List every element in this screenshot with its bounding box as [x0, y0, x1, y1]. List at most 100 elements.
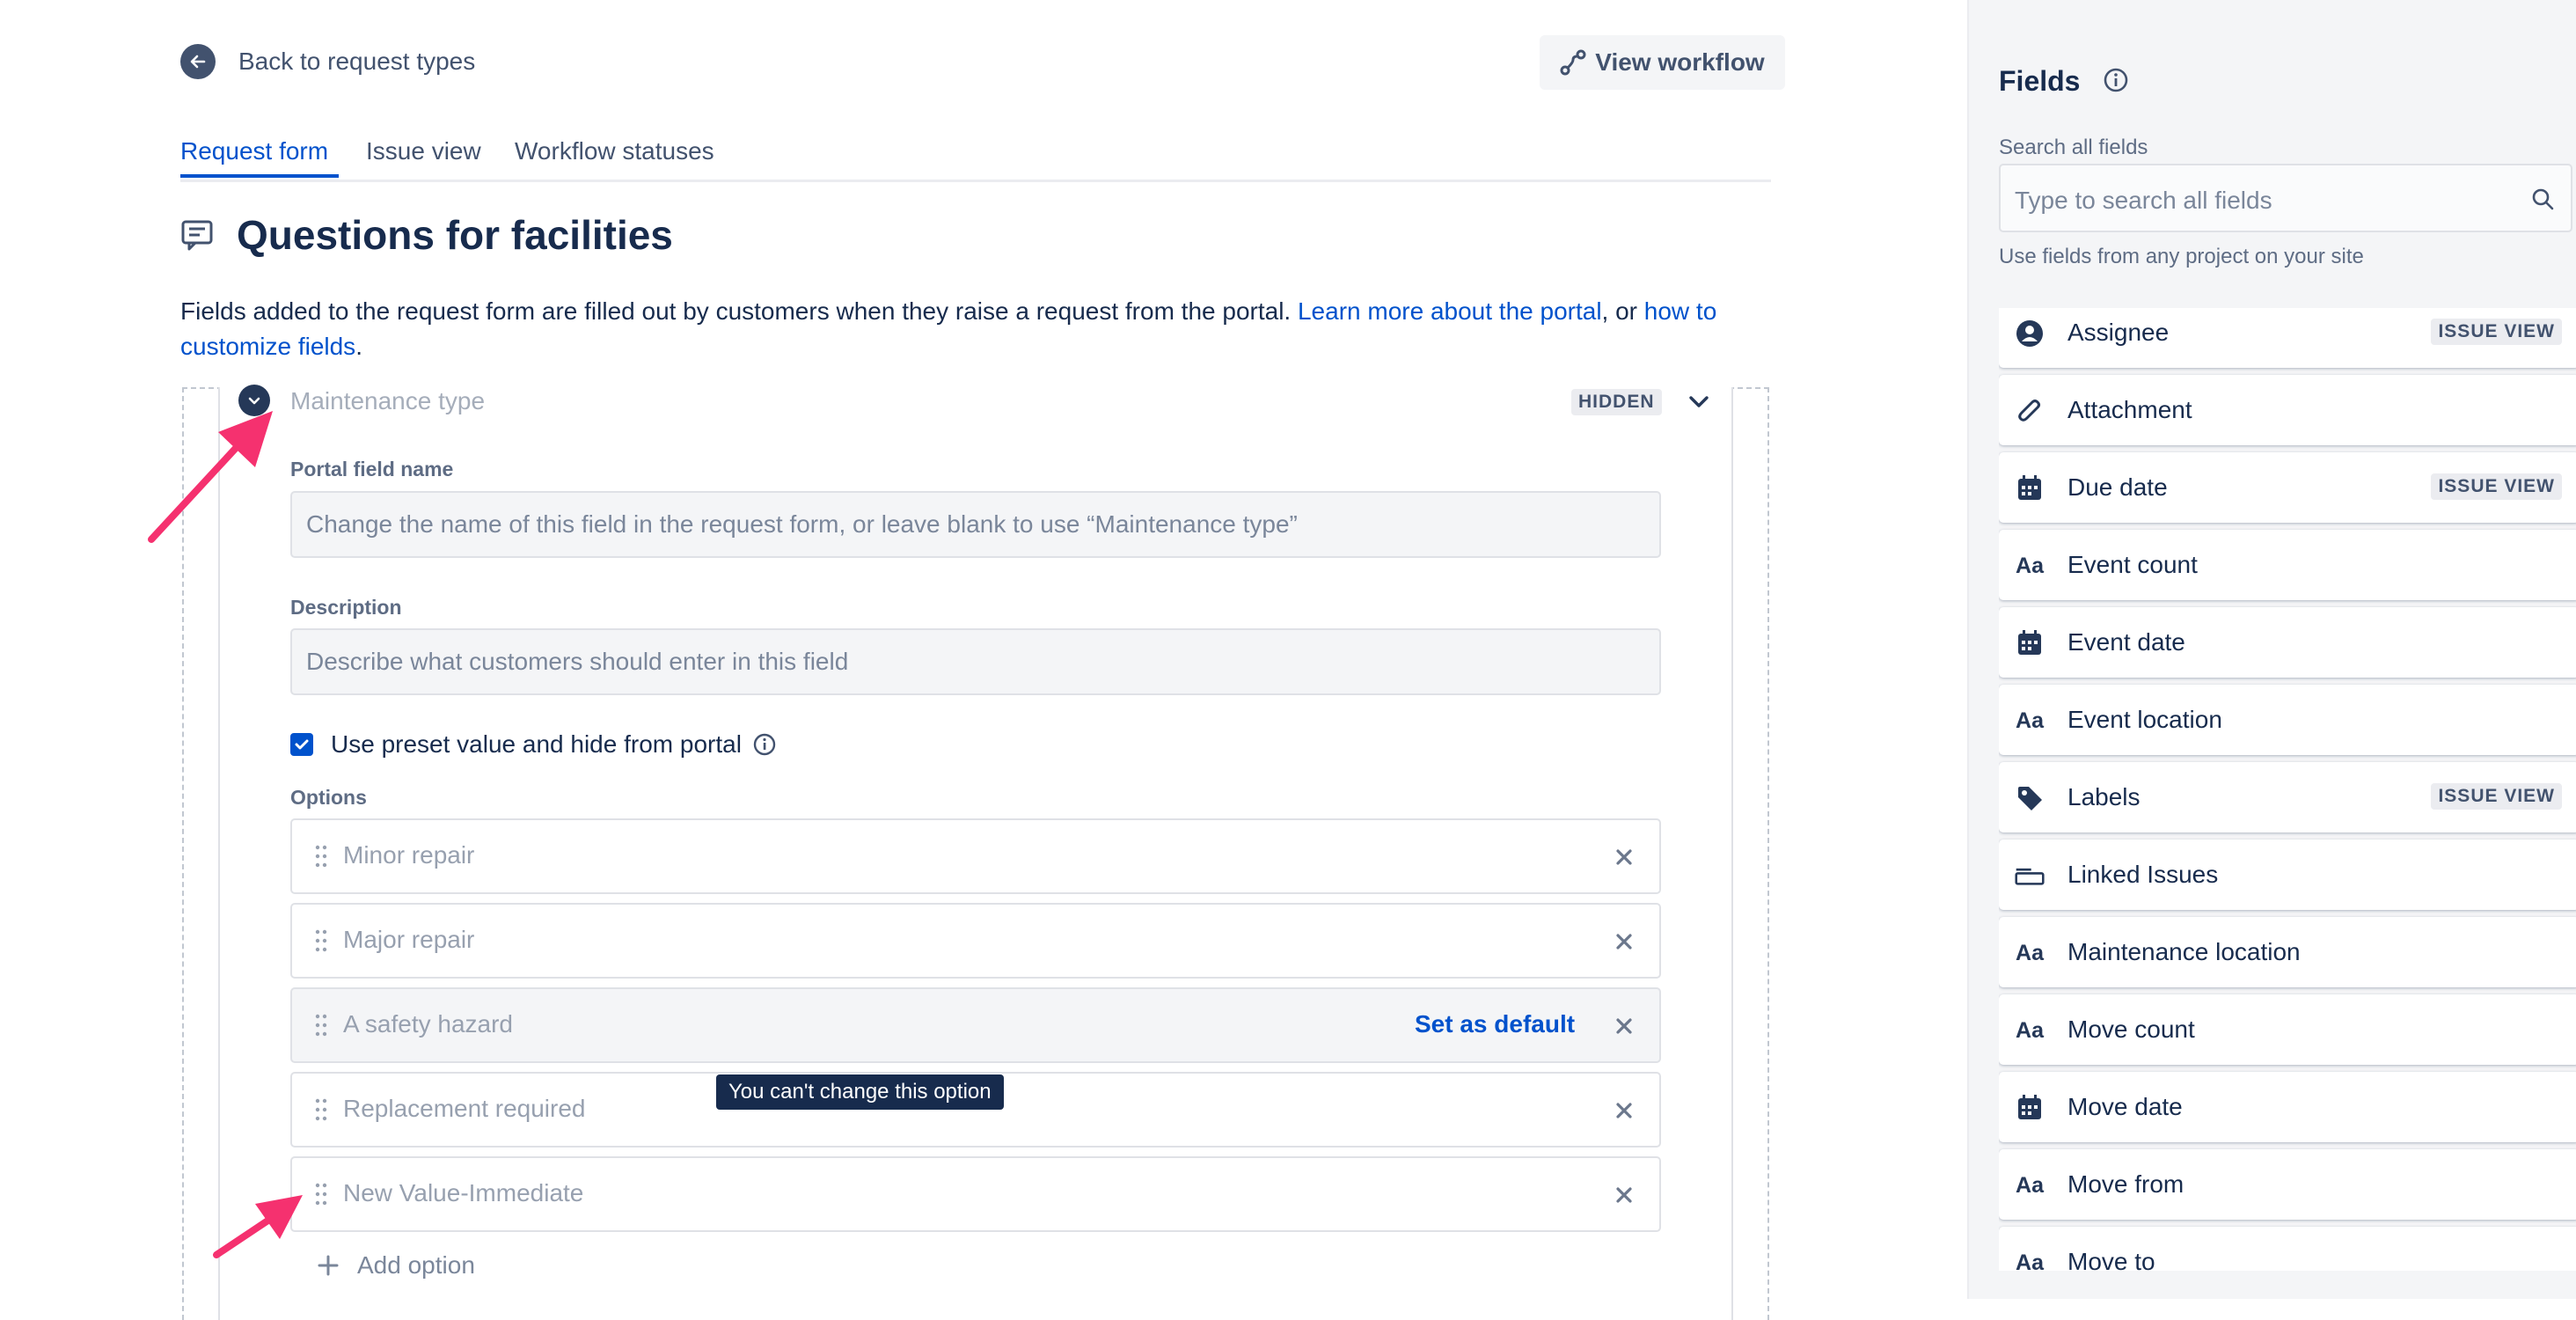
field-item-label: Labels — [2067, 783, 2141, 810]
info-icon[interactable] — [752, 732, 777, 757]
field-expand-toggle[interactable] — [238, 385, 270, 416]
search-icon — [2532, 188, 2554, 210]
field-item-move-to[interactable]: Aa Move to — [1999, 1227, 2576, 1271]
portal-field-name-input[interactable]: Change the name of this field in the req… — [290, 491, 1661, 558]
add-option-button[interactable]: Add option — [317, 1251, 475, 1280]
field-item-move-date[interactable]: Move date — [1999, 1072, 2576, 1142]
tab-issue-view[interactable]: Issue view — [366, 137, 481, 165]
intro-body: Fields added to the request form are fil… — [180, 297, 1298, 325]
field-item-label: Attachment — [2067, 396, 2192, 423]
text-icon: Aa — [2016, 1172, 2044, 1198]
intro-text: Fields added to the request form are fil… — [180, 294, 1773, 364]
field-item-label: Maintenance location — [2067, 938, 2301, 965]
chevron-down-icon — [248, 397, 260, 405]
remove-option-icon[interactable] — [1612, 1098, 1636, 1123]
field-item-label: Move count — [2067, 1016, 2195, 1043]
field-item-assignee[interactable]: Assignee ISSUE VIEW — [1999, 308, 2576, 368]
intro-mid: , or — [1601, 297, 1644, 325]
drag-handle-icon[interactable] — [315, 1098, 327, 1121]
checkmark-icon — [295, 739, 309, 750]
drag-handle-icon[interactable] — [315, 929, 327, 952]
field-item-due-date[interactable]: Due date ISSUE VIEW — [1999, 452, 2576, 523]
text-icon: Aa — [2016, 553, 2044, 578]
field-item-attachment[interactable]: Attachment — [1999, 375, 2576, 445]
field-item-event-location[interactable]: Aa Event location — [1999, 685, 2576, 755]
back-link[interactable]: Back to request types — [180, 44, 475, 79]
issue-view-badge: ISSUE VIEW — [2431, 473, 2562, 500]
remove-option-icon[interactable] — [1612, 845, 1636, 869]
back-arrow-icon — [180, 44, 216, 79]
field-item-linked-issues[interactable]: Linked Issues — [1999, 840, 2576, 910]
calendar-icon — [2015, 473, 2045, 503]
person-icon — [2015, 319, 2045, 348]
portal-field-name-label: Portal field name — [290, 458, 454, 480]
view-workflow-button[interactable]: View workflow — [1540, 35, 1785, 90]
option-label: Major repair — [343, 926, 475, 953]
preset-checkbox-row: Use preset value and hide from portal — [290, 730, 777, 759]
fields-sidebar: Fields Search all fields Type to search … — [1967, 0, 2576, 1299]
plus-icon — [318, 1255, 339, 1276]
info-icon[interactable] — [2103, 67, 2129, 93]
calendar-icon — [2015, 1093, 2045, 1123]
field-item-maintenance-location[interactable]: Aa Maintenance location — [1999, 917, 2576, 987]
set-as-default-button[interactable]: Set as default — [1415, 1010, 1575, 1038]
description-placeholder: Describe what customers should enter in … — [306, 648, 849, 675]
remove-option-icon[interactable] — [1612, 1183, 1636, 1207]
field-item-move-from[interactable]: Aa Move from — [1999, 1149, 2576, 1220]
tab-workflow-statuses[interactable]: Workflow statuses — [515, 137, 714, 165]
tag-icon — [2015, 783, 2045, 813]
field-item-label: Move date — [2067, 1093, 2183, 1120]
option-row[interactable]: A safety hazard Set as default — [290, 987, 1661, 1063]
page-title: Questions for facilities — [237, 212, 673, 258]
drag-handle-icon[interactable] — [315, 1014, 327, 1037]
collapse-chevron-icon[interactable] — [1684, 387, 1714, 417]
search-input[interactable]: Type to search all fields — [1999, 164, 2572, 232]
sidebar-title: Fields — [1999, 65, 2081, 97]
tab-request-form[interactable]: Request form — [180, 137, 328, 165]
field-item-label: Event count — [2067, 551, 2198, 578]
search-help-text: Use fields from any project on your site — [1999, 245, 2364, 268]
form-icon — [181, 220, 213, 251]
field-item-label: Event location — [2067, 706, 2222, 733]
option-label: Replacement required — [343, 1095, 586, 1122]
drag-handle-icon[interactable] — [315, 845, 327, 868]
preset-checkbox-label: Use preset value and hide from portal — [331, 730, 742, 758]
active-tab-indicator — [180, 174, 339, 178]
option-label: A safety hazard — [343, 1010, 514, 1038]
text-icon: Aa — [2016, 1250, 2044, 1272]
issue-view-badge: ISSUE VIEW — [2431, 783, 2562, 810]
intro-end: . — [355, 333, 362, 360]
preset-checkbox[interactable] — [290, 733, 313, 756]
field-item-event-count[interactable]: Aa Event count — [1999, 530, 2576, 600]
options-label: Options — [290, 786, 367, 809]
field-item-move-count[interactable]: Aa Move count — [1999, 994, 2576, 1065]
field-name: Maintenance type — [290, 387, 486, 414]
field-item-label: Event date — [2067, 628, 2185, 656]
field-item-labels[interactable]: Labels ISSUE VIEW — [1999, 762, 2576, 832]
tab-bar: Request form Issue view Workflow statuse… — [180, 132, 1771, 182]
workflow-icon — [1560, 49, 1586, 76]
fields-list: Assignee ISSUE VIEW Attachment Due date … — [1999, 308, 2576, 1271]
view-workflow-label: View workflow — [1595, 48, 1765, 76]
remove-option-icon[interactable] — [1612, 1014, 1636, 1038]
learn-more-portal-link[interactable]: Learn more about the portal — [1298, 297, 1602, 325]
option-tooltip: You can't change this option — [716, 1074, 1004, 1110]
hidden-badge: HIDDEN — [1571, 389, 1662, 415]
main-panel: Back to request types View workflow Requ… — [0, 0, 1967, 1320]
option-label: Minor repair — [343, 841, 475, 869]
portal-field-name-placeholder: Change the name of this field in the req… — [306, 510, 1298, 538]
field-item-label: Move from — [2067, 1170, 2184, 1198]
option-row[interactable]: New Value-Immediate — [290, 1156, 1661, 1232]
calendar-icon — [2015, 628, 2045, 658]
remove-option-icon[interactable] — [1612, 929, 1636, 954]
option-label: New Value-Immediate — [343, 1179, 584, 1206]
option-row[interactable]: Minor repair — [290, 818, 1661, 894]
paperclip-icon — [2015, 396, 2045, 426]
issue-view-badge: ISSUE VIEW — [2431, 319, 2562, 345]
description-input[interactable]: Describe what customers should enter in … — [290, 628, 1661, 695]
drag-handle-icon[interactable] — [315, 1183, 327, 1206]
option-row[interactable]: Major repair — [290, 903, 1661, 979]
search-placeholder: Type to search all fields — [2015, 187, 2272, 214]
field-item-event-date[interactable]: Event date — [1999, 607, 2576, 678]
text-icon: Aa — [2016, 708, 2044, 733]
